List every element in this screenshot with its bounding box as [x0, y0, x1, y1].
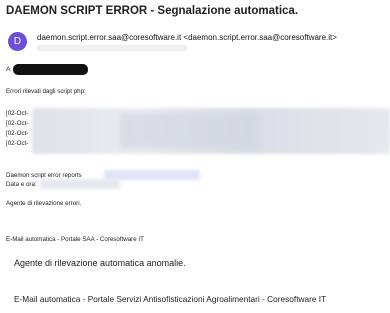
agent-signature-small: Agente di rilevazione errori.	[6, 200, 82, 207]
date-time-label: Data e ora:	[6, 181, 37, 188]
sender-avatar[interactable]: D	[8, 32, 27, 51]
errors-title: Errori rilevati dagli script php:	[6, 88, 86, 95]
error-row-prefix: [02-Oct-	[6, 110, 29, 117]
email-subject: DAEMON SCRIPT ERROR - Segnalazione autom…	[6, 5, 299, 17]
date-time-blur	[40, 179, 120, 189]
sender-secondary-line	[37, 45, 187, 51]
error-row-prefix: [02-Oct-	[6, 120, 29, 127]
error-details-blur-inner	[120, 113, 260, 149]
recipient-redaction	[13, 64, 88, 75]
daemon-report-label: Daemon script error reports	[6, 172, 82, 179]
agent-signature-large: Agente di rilevazione automatica anomali…	[14, 258, 186, 268]
error-row-prefix: [02-Oct-	[6, 130, 29, 137]
recipient-label: A	[6, 66, 11, 73]
email-footer-large: E-Mail automatica - Portale Servizi Anti…	[14, 294, 327, 304]
email-footer-small: E-Mail automatica - Portale SAA - Coreso…	[6, 236, 144, 243]
sender-address[interactable]: daemon.script.error.saa@coresoftware.it …	[37, 33, 337, 42]
error-row-prefix: [02-Oct-	[6, 140, 29, 147]
